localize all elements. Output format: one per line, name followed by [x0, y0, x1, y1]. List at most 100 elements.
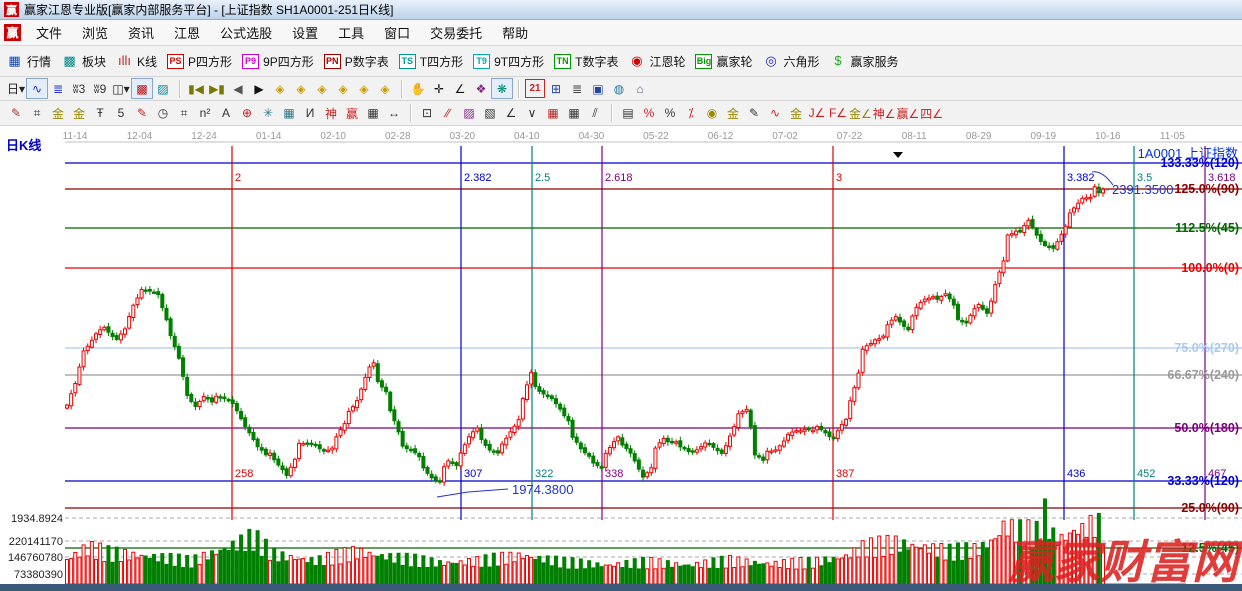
draw-bar-ruler-icon[interactable]: ⌗ [174, 104, 194, 123]
nav-ma-9-icon[interactable]: ʬ9 [90, 79, 110, 98]
draw-gold-angle-icon[interactable]: 金 [786, 104, 806, 123]
nav-save-icon[interactable]: ▣ [588, 79, 608, 98]
draw-wave-tool-icon[interactable]: ∿ [765, 104, 785, 123]
toolbar-button-winner-service[interactable]: $赢家服务 [830, 53, 899, 70]
menu-0[interactable]: 文件 [26, 20, 72, 45]
menu-3[interactable]: 江恩 [164, 20, 210, 45]
toolbar-button-p-number-table[interactable]: PNP数字表 [324, 53, 389, 70]
nav-zoom-left-icon[interactable]: ◈ [270, 79, 290, 98]
nav-zoom-x-icon[interactable]: ◈ [333, 79, 353, 98]
draw-percent-list-icon[interactable]: ▤ [618, 104, 638, 123]
draw-time-clock-icon[interactable]: ◷ [153, 104, 173, 123]
draw-n-square-icon[interactable]: n² [195, 104, 215, 123]
toolbar-button-p-square[interactable]: PSP四方形 [167, 53, 232, 70]
menu-8[interactable]: 交易委托 [420, 20, 492, 45]
menu-5[interactable]: 设置 [282, 20, 328, 45]
toolbar-button-t-square[interactable]: TST四方形 [399, 53, 463, 70]
menu-2[interactable]: 资讯 [118, 20, 164, 45]
draw-fan-rays-icon[interactable]: ∕∕ [438, 104, 458, 123]
draw-gold-angle-2-icon[interactable]: 金∠ [849, 104, 872, 123]
nav-web-link-icon[interactable]: ◍ [609, 79, 629, 98]
toolbar-button-winner-wheel[interactable]: Big赢家轮 [695, 53, 752, 70]
nav-calculator-icon[interactable]: ⊞ [546, 79, 566, 98]
draw-dark-grid-icon[interactable]: ▦ [564, 104, 584, 123]
nav-next-bar-icon[interactable]: ▶ [249, 79, 269, 98]
nav-smart-analysis-icon[interactable]: ❋ [492, 79, 512, 98]
toolbar-button-kline[interactable]: ıllıK线 [116, 53, 157, 70]
nav-overlay-curve-icon[interactable]: ∿ [27, 79, 47, 98]
nav-workstation-icon[interactable]: ⌂ [630, 79, 650, 98]
menu-4[interactable]: 公式选股 [210, 20, 282, 45]
app-logo-icon-small: 赢 [4, 24, 21, 41]
toolbar-label: K线 [137, 53, 157, 70]
nav-fractal-tool-icon[interactable]: ❖ [471, 79, 491, 98]
nav-pattern-tool-icon[interactable]: ▩ [132, 79, 152, 98]
draw-gold-ratio-1-icon[interactable]: 金 [48, 104, 68, 123]
draw-si-angle-icon[interactable]: 四∠ [920, 104, 943, 123]
draw-percent-plain-icon[interactable]: % [660, 104, 680, 123]
draw-box-tool-icon[interactable]: ⊡ [417, 104, 437, 123]
draw-percent-red-icon[interactable]: % [639, 104, 659, 123]
draw-gold-circle-icon[interactable]: ◉ [702, 104, 722, 123]
draw-box-fan-icon[interactable]: ▨ [459, 104, 479, 123]
toolbar-button-9p-square[interactable]: P99P四方形 [242, 53, 314, 70]
draw-v-wave-icon[interactable]: ∨ [522, 104, 542, 123]
draw-grid-123-icon[interactable]: ▦ [363, 104, 383, 123]
draw-j-angle-icon[interactable]: J∠ [807, 104, 827, 123]
draw-gold-ratio-2-icon[interactable]: 金 [69, 104, 89, 123]
draw-red-grid-icon[interactable]: ▦ [543, 104, 563, 123]
draw-ying-tool-icon[interactable]: 赢 [342, 104, 362, 123]
draw-ying-angle-icon[interactable]: 赢∠ [897, 104, 920, 123]
toolbar-button-gann-wheel[interactable]: ◉江恩轮 [628, 53, 685, 70]
nav-zoom-h-icon[interactable]: ◈ [312, 79, 332, 98]
draw-box-x-icon[interactable]: ▧ [480, 104, 500, 123]
nav-candle-style-dropdown-icon[interactable]: ◫▾ [111, 79, 131, 98]
menu-7[interactable]: 窗口 [374, 20, 420, 45]
menu-1[interactable]: 浏览 [72, 20, 118, 45]
nav-first-bar-icon[interactable]: ▮◀ [186, 79, 206, 98]
draw-percent-line-icon[interactable]: ⁒ [681, 104, 701, 123]
draw-ink-pencil-icon[interactable]: ✎ [744, 104, 764, 123]
draw-shen-angle-icon[interactable]: 神∠ [873, 104, 896, 123]
nav-volume-histogram-icon[interactable]: ▨ [153, 79, 173, 98]
window-titlebar[interactable]: 赢 赢家江恩专业版[赢家内部服务平台] - [上证指数 SH1A0001-251… [0, 0, 1242, 20]
nav-period-dropdown-icon[interactable]: 日▾ [6, 79, 26, 98]
draw-ruler-grid-icon[interactable]: ⌗ [27, 104, 47, 123]
draw-span-arrows-icon[interactable]: ↔ [384, 104, 404, 123]
nav-calendar-21-icon[interactable]: 21 [525, 79, 545, 98]
nav-memo-icon[interactable]: ≣ [567, 79, 587, 98]
menu-9[interactable]: 帮助 [492, 20, 538, 45]
draw-circle-cross-icon[interactable]: ⊕ [237, 104, 257, 123]
draw-f-lines-icon[interactable]: Ŧ [90, 104, 110, 123]
draw-red-pencil-icon[interactable]: ✎ [132, 104, 152, 123]
nav-zoom-fit-icon[interactable]: ◈ [375, 79, 395, 98]
nav-ma-3-icon[interactable]: ʬ3 [69, 79, 89, 98]
draw-zigzag-icon[interactable]: И [300, 104, 320, 123]
nav-prev-bar-icon[interactable]: ◀ [228, 79, 248, 98]
nav-zoom-all-icon[interactable]: ◈ [354, 79, 374, 98]
toolbar-button-9t-square[interactable]: T99T四方形 [473, 53, 544, 70]
toolbar-button-hexagon[interactable]: ◎六角形 [763, 53, 820, 70]
draw-a-wave-icon[interactable]: A [216, 104, 236, 123]
draw-grid-box-icon[interactable]: ▦ [279, 104, 299, 123]
draw-shen-tool-icon[interactable]: 神 [321, 104, 341, 123]
nav-crosshair-icon[interactable]: ✛ [429, 79, 449, 98]
draw-angle-line-icon[interactable]: ∠ [501, 104, 521, 123]
draw-pencil-tool-icon[interactable]: ✎ [6, 104, 26, 123]
draw-parallel-lines-icon[interactable]: ⫽ [585, 104, 605, 123]
toolbar-button-quotes[interactable]: ▦行情 [6, 53, 51, 70]
toolbar-button-t-number-table[interactable]: TNT数字表 [554, 53, 618, 70]
menu-6[interactable]: 工具 [328, 20, 374, 45]
gann-day-label: 387 [836, 468, 854, 480]
draw-star-rays-icon[interactable]: ✳ [258, 104, 278, 123]
toolbar-button-sectors[interactable]: ▩板块 [61, 53, 106, 70]
kline-chart[interactable]: 11-1412-0412-2401-1402-1002-2803-2004-10… [0, 126, 1242, 591]
nav-last-bar-icon[interactable]: ▶▮ [207, 79, 227, 98]
draw-f-angle-icon[interactable]: F∠ [828, 104, 848, 123]
nav-f10-info-icon[interactable]: ≣ [48, 79, 68, 98]
draw-gold-lines-icon[interactable]: 金 [723, 104, 743, 123]
draw-five-lines-icon[interactable]: 5 [111, 104, 131, 123]
nav-angle-measure-icon[interactable]: ∠ [450, 79, 470, 98]
nav-zoom-right-icon[interactable]: ◈ [291, 79, 311, 98]
nav-pan-hand-icon[interactable]: ✋ [408, 79, 428, 98]
